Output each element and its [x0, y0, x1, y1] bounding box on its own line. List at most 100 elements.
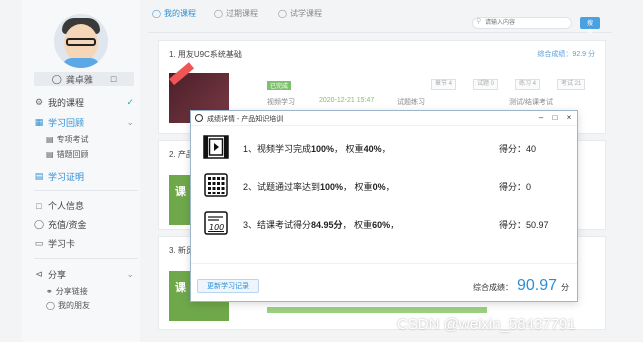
segment-video[interactable]: 视频学习	[267, 97, 295, 107]
check-icon: ✓	[126, 97, 134, 107]
tag-questions: 试题 0	[473, 79, 499, 90]
exam-paper-icon: 100	[204, 211, 228, 235]
minimize-button[interactable]: –	[535, 112, 547, 123]
friends-icon: ◯	[46, 301, 55, 310]
trial-icon: ◯	[278, 9, 287, 18]
sidebar-subitem-wrong-questions[interactable]: ▤ 错题回顾	[46, 149, 89, 160]
sidebar-item-share[interactable]: ⊲ 分享 ⌄	[34, 268, 134, 281]
course-tab-icon: ◯	[152, 9, 161, 18]
tab-label: 我的课程	[163, 9, 196, 18]
link-icon: ⚭	[46, 287, 53, 296]
dialog-title: 成绩详情 - 产品知识培训	[207, 116, 284, 123]
avatar[interactable]	[54, 14, 108, 68]
sidebar-item-label: 个人信息	[48, 201, 85, 211]
sidebar: ◯ 龚卓雅 □ ⚙ 我的课程 ✓ ▦ 学习回顾 ⌄ ▤ 专项考试 ▤ 错题回顾 …	[22, 0, 140, 342]
tab-expired-courses[interactable]: ◯ 过期课程	[214, 8, 258, 19]
close-button[interactable]: ×	[563, 112, 575, 123]
score-row-text: 2、试题通过率达到100%， 权重0%，	[243, 182, 395, 192]
sidebar-item-review[interactable]: ▦ 学习回顾 ⌄	[34, 116, 134, 129]
maximize-button[interactable]: □	[549, 112, 561, 123]
score-row-text: 3、结课考试得分84.95分， 权重60%，	[243, 220, 400, 230]
sidebar-subitem-label: 我的朋友	[57, 301, 90, 310]
certificate-icon: ▤	[34, 171, 44, 181]
sidebar-subitem-friends[interactable]: ◯ 我的朋友	[46, 300, 90, 311]
chevron-down-icon: ⌄	[126, 117, 134, 127]
user-name: 龚卓雅	[65, 74, 93, 85]
sidebar-item-my-courses[interactable]: ⚙ 我的课程 ✓	[34, 96, 134, 109]
sidebar-subitem-exam[interactable]: ▤ 专项考试	[46, 134, 89, 145]
chevron-down-icon: ⌄	[126, 269, 134, 279]
tag-practice: 练习 4	[515, 79, 541, 90]
divider	[34, 258, 138, 259]
avatar-shirt	[62, 58, 100, 68]
tab-label: 过期课程	[225, 9, 258, 18]
list-icon: ▤	[46, 150, 54, 159]
segment-practice[interactable]: 试题练习	[397, 97, 425, 107]
sidebar-item-profile[interactable]: □ 个人信息	[34, 199, 134, 212]
sidebar-item-recharge[interactable]: ◯ 充值/资金	[34, 218, 134, 231]
divider	[34, 190, 138, 191]
card-icon: ▭	[34, 238, 44, 248]
quiz-grid-icon	[204, 173, 228, 197]
search-button[interactable]: 搜索	[580, 17, 600, 36]
sidebar-item-label: 我的课程	[48, 98, 85, 108]
total-label: 综合成绩：	[472, 283, 513, 292]
segment-exam[interactable]: 测试/结课考试	[509, 97, 553, 107]
user-icon: ◯	[51, 73, 62, 84]
dialog-divider	[191, 263, 577, 264]
sidebar-item-label: 充值/资金	[48, 220, 87, 230]
share-icon: ⊲	[35, 269, 43, 279]
update-record-button[interactable]: 更新学习记录	[197, 279, 259, 293]
review-icon: ▦	[34, 117, 44, 127]
sidebar-subitem-label: 分享链接	[55, 287, 88, 296]
clock-icon: ◯	[214, 9, 223, 18]
score-value: 得分：50.97	[499, 220, 549, 230]
sidebar-subitem-label: 专项考试	[56, 135, 89, 144]
tag-chapters: 章节 4	[431, 79, 457, 90]
course-score[interactable]: 综合成绩：92.9 分	[537, 49, 595, 59]
course-icon: ⚙	[34, 97, 44, 107]
sidebar-item-label: 分享	[48, 270, 67, 280]
wallet-icon: ◯	[34, 219, 45, 229]
total-score: 综合成绩： 90.97 分	[473, 277, 569, 295]
score-value: 得分：40	[499, 144, 537, 154]
svg-text:100: 100	[209, 223, 224, 232]
sidebar-subitem-label: 错题回顾	[56, 150, 89, 159]
thumbnail-title: 课	[175, 282, 186, 294]
app-logo-icon	[195, 114, 203, 122]
dialog-titlebar[interactable]: 成绩详情 - 产品知识培训 – □ ×	[191, 111, 577, 126]
score-row-exam: 100 3、结课考试得分84.95分， 权重60%， 得分：50.97	[203, 211, 565, 237]
total-unit: 分	[561, 283, 569, 292]
user-name-bar[interactable]: ◯ 龚卓雅 □	[34, 72, 134, 86]
score-row-questions: 2、试题通过率达到100%， 权重0%， 得分：0	[203, 173, 565, 199]
search-input[interactable]	[472, 17, 572, 29]
segment-date: 2020-12-21 15:47	[319, 97, 375, 104]
watermark: CSDN @weixin_58437791	[397, 316, 576, 333]
edit-icon[interactable]: □	[111, 74, 116, 84]
course-title: 1. 用友U9C系统基础	[169, 50, 242, 59]
status-badge: 已完成	[267, 81, 292, 90]
sidebar-item-certificate[interactable]: ▤ 学习证明	[34, 170, 134, 183]
sidebar-item-study-card[interactable]: ▭ 学习卡	[34, 237, 134, 250]
tab-my-courses[interactable]: ◯ 我的课程	[152, 8, 196, 19]
progress-bar	[267, 307, 487, 313]
score-row-video: 1、视频学习完成100%， 权重40%， 得分：40	[203, 135, 565, 161]
search-icon: ⚲	[476, 18, 482, 25]
tab-trial-courses[interactable]: ◯ 试学课程	[278, 8, 322, 19]
tag-exams: 考试 21	[557, 79, 586, 90]
profile-icon: □	[36, 200, 42, 211]
exam-icon: ▤	[46, 135, 54, 144]
tab-label: 试学课程	[289, 9, 322, 18]
sidebar-item-label: 学习证明	[48, 172, 85, 182]
sidebar-subitem-share-link[interactable]: ⚭ 分享链接	[46, 286, 88, 297]
thumbnail-title: 课	[175, 186, 186, 198]
score-row-text: 1、视频学习完成100%， 权重40%，	[243, 144, 391, 154]
avatar-glasses	[66, 38, 96, 46]
ribbon	[169, 62, 195, 86]
video-icon	[203, 135, 229, 159]
score-detail-dialog: 成绩详情 - 产品知识培训 – □ × 1、视频学习完成100%， 权重40%，…	[190, 110, 578, 302]
score-value: 得分：0	[499, 182, 532, 192]
sidebar-item-label: 学习回顾	[48, 118, 85, 128]
total-value: 90.97	[516, 277, 557, 294]
sidebar-item-label: 学习卡	[48, 239, 76, 249]
